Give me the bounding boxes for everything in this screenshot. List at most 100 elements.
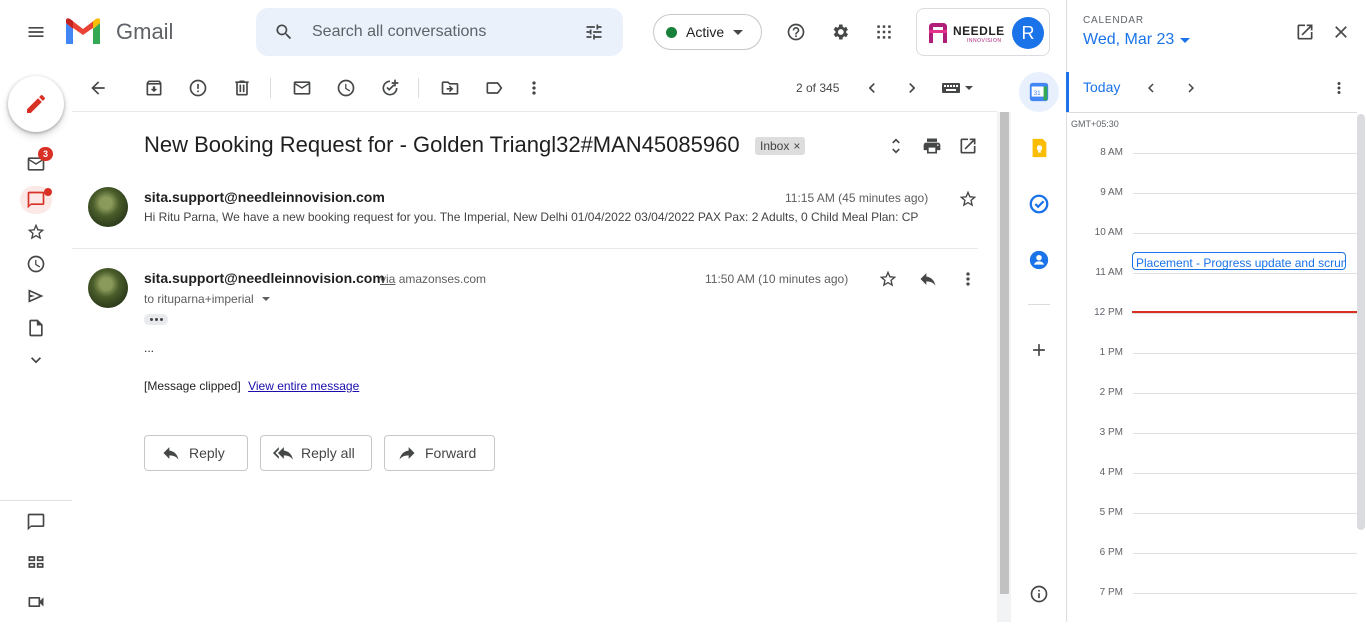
app-name[interactable]: Gmail (116, 19, 173, 45)
status-selector[interactable]: Active (653, 14, 762, 50)
more-vert-icon[interactable] (514, 68, 554, 108)
calendar-app-icon[interactable]: 31 (1019, 72, 1059, 112)
hour-label: 2 PM (1099, 387, 1123, 398)
spaces-icon[interactable] (16, 550, 56, 574)
star-icon[interactable] (954, 185, 982, 213)
hour-gridline (1133, 433, 1357, 434)
contacts-app-icon[interactable] (1019, 240, 1059, 280)
chat-icon[interactable] (16, 510, 56, 534)
show-trimmed-content-button[interactable] (144, 314, 168, 325)
gmail-logo-icon[interactable] (64, 17, 102, 47)
open-new-window-icon[interactable] (948, 126, 988, 166)
snooze-clock-icon[interactable] (326, 68, 366, 108)
delete-trash-icon[interactable] (222, 68, 262, 108)
recipient-details[interactable]: to rituparna+imperial (144, 292, 270, 306)
message-clipped-notice: [Message clipped] View entire message (144, 379, 359, 393)
more-vert-icon[interactable] (954, 265, 982, 293)
add-addon-plus-icon[interactable] (1019, 330, 1059, 370)
hour-gridline (1133, 353, 1357, 354)
reply-all-button[interactable]: Reply all (260, 435, 372, 471)
back-arrow-icon[interactable] (78, 68, 118, 108)
star-icon[interactable] (874, 265, 902, 293)
meet-video-icon[interactable] (16, 590, 56, 614)
search-bar[interactable] (256, 8, 623, 56)
calendar-scrollbar-thumb[interactable] (1357, 114, 1365, 530)
compose-button[interactable] (8, 76, 64, 132)
brand-subtitle: INNOVISION (967, 38, 1002, 44)
chat-notification-dot (44, 188, 52, 196)
hour-gridline (1133, 233, 1357, 234)
dot (149, 318, 153, 321)
forward-button[interactable]: Forward (384, 435, 495, 471)
reply-icon (163, 447, 179, 460)
search-input[interactable] (312, 22, 562, 42)
current-time-line (1132, 311, 1358, 313)
keep-app-icon[interactable] (1019, 128, 1059, 168)
settings-gear-icon[interactable] (820, 12, 860, 52)
event-title: Placement - Progress update and scrum (1136, 256, 1346, 270)
label-name: Inbox (760, 139, 790, 153)
inbox-label-chip[interactable]: Inbox × (755, 137, 806, 155)
expand-all-icon[interactable] (876, 126, 916, 166)
svg-text:31: 31 (1034, 90, 1042, 97)
add-to-tasks-icon[interactable] (370, 68, 410, 108)
reply-label: Reply (189, 445, 225, 461)
calendar-event[interactable]: Placement - Progress update and scrum (1132, 252, 1346, 270)
input-tools-keyboard-icon[interactable] (936, 68, 980, 108)
message-sender[interactable]: sita.support@needleinnovision.com (144, 189, 385, 205)
search-icon[interactable] (264, 12, 304, 52)
more-chevron-down-icon[interactable] (16, 348, 56, 372)
newer-chevron-left-icon[interactable] (852, 68, 892, 108)
help-icon[interactable] (776, 12, 816, 52)
brand-name: NEEDLE (953, 24, 1005, 38)
hour-gridline (1133, 153, 1357, 154)
print-icon[interactable] (912, 126, 952, 166)
apps-grid-icon[interactable] (864, 12, 904, 52)
reply-button[interactable]: Reply (144, 435, 248, 471)
tasks-app-icon[interactable] (1019, 184, 1059, 224)
reply-arrow-icon[interactable] (914, 265, 942, 293)
sender-avatar[interactable] (88, 187, 128, 227)
info-icon[interactable] (1019, 574, 1059, 614)
hour-label: 3 PM (1099, 427, 1123, 438)
hour-label: 12 PM (1094, 307, 1123, 318)
message-snippet[interactable]: Hi Ritu Parna, We have a new booking req… (144, 210, 974, 224)
hour-gridline (1133, 473, 1357, 474)
hour-gridline (1133, 193, 1357, 194)
snoozed-clock-icon[interactable] (16, 252, 56, 276)
rail-divider (0, 500, 72, 501)
scrollbar-thumb[interactable] (1000, 112, 1009, 594)
older-chevron-right-icon[interactable] (892, 68, 932, 108)
hour-label: 11 AM (1095, 267, 1123, 278)
message-body-ellipsis: ... (144, 341, 155, 355)
message-sender[interactable]: sita.support@needleinnovision.com (144, 270, 385, 286)
account-switcher[interactable]: NEEDLE INNOVISION R (916, 8, 1050, 56)
move-to-folder-icon[interactable] (430, 68, 470, 108)
via-text[interactable]: via (380, 272, 395, 286)
account-avatar[interactable]: R (1012, 17, 1044, 49)
toolbar-divider (418, 78, 419, 98)
hour-row[interactable]: 7 PM (1067, 587, 1366, 633)
label-tag-icon[interactable] (474, 68, 514, 108)
account-initial: R (1021, 22, 1035, 43)
sender-avatar[interactable] (88, 268, 128, 308)
search-options-icon[interactable] (574, 12, 614, 52)
hour-label: 9 AM (1100, 187, 1123, 198)
forward-label: Forward (425, 445, 477, 461)
remove-label-icon[interactable]: × (793, 139, 800, 153)
archive-icon[interactable] (134, 68, 174, 108)
sent-icon[interactable] (16, 284, 56, 308)
message-toolbar: 2 of 345 (72, 64, 997, 112)
reply-all-label: Reply all (301, 445, 355, 461)
drafts-file-icon[interactable] (16, 316, 56, 340)
mark-unread-mail-icon[interactable] (282, 68, 322, 108)
email-subject: New Booking Request for - Golden Triangl… (144, 132, 740, 157)
report-spam-icon[interactable] (178, 68, 218, 108)
view-entire-message-link[interactable]: View entire message (248, 379, 359, 393)
hour-gridline (1133, 513, 1357, 514)
pencil-icon (24, 92, 48, 116)
mail-unread-badge: 3 (38, 147, 53, 161)
main-menu-icon[interactable] (16, 12, 56, 52)
side-panel-apps: 31 (1011, 64, 1066, 622)
starred-icon[interactable] (16, 220, 56, 244)
